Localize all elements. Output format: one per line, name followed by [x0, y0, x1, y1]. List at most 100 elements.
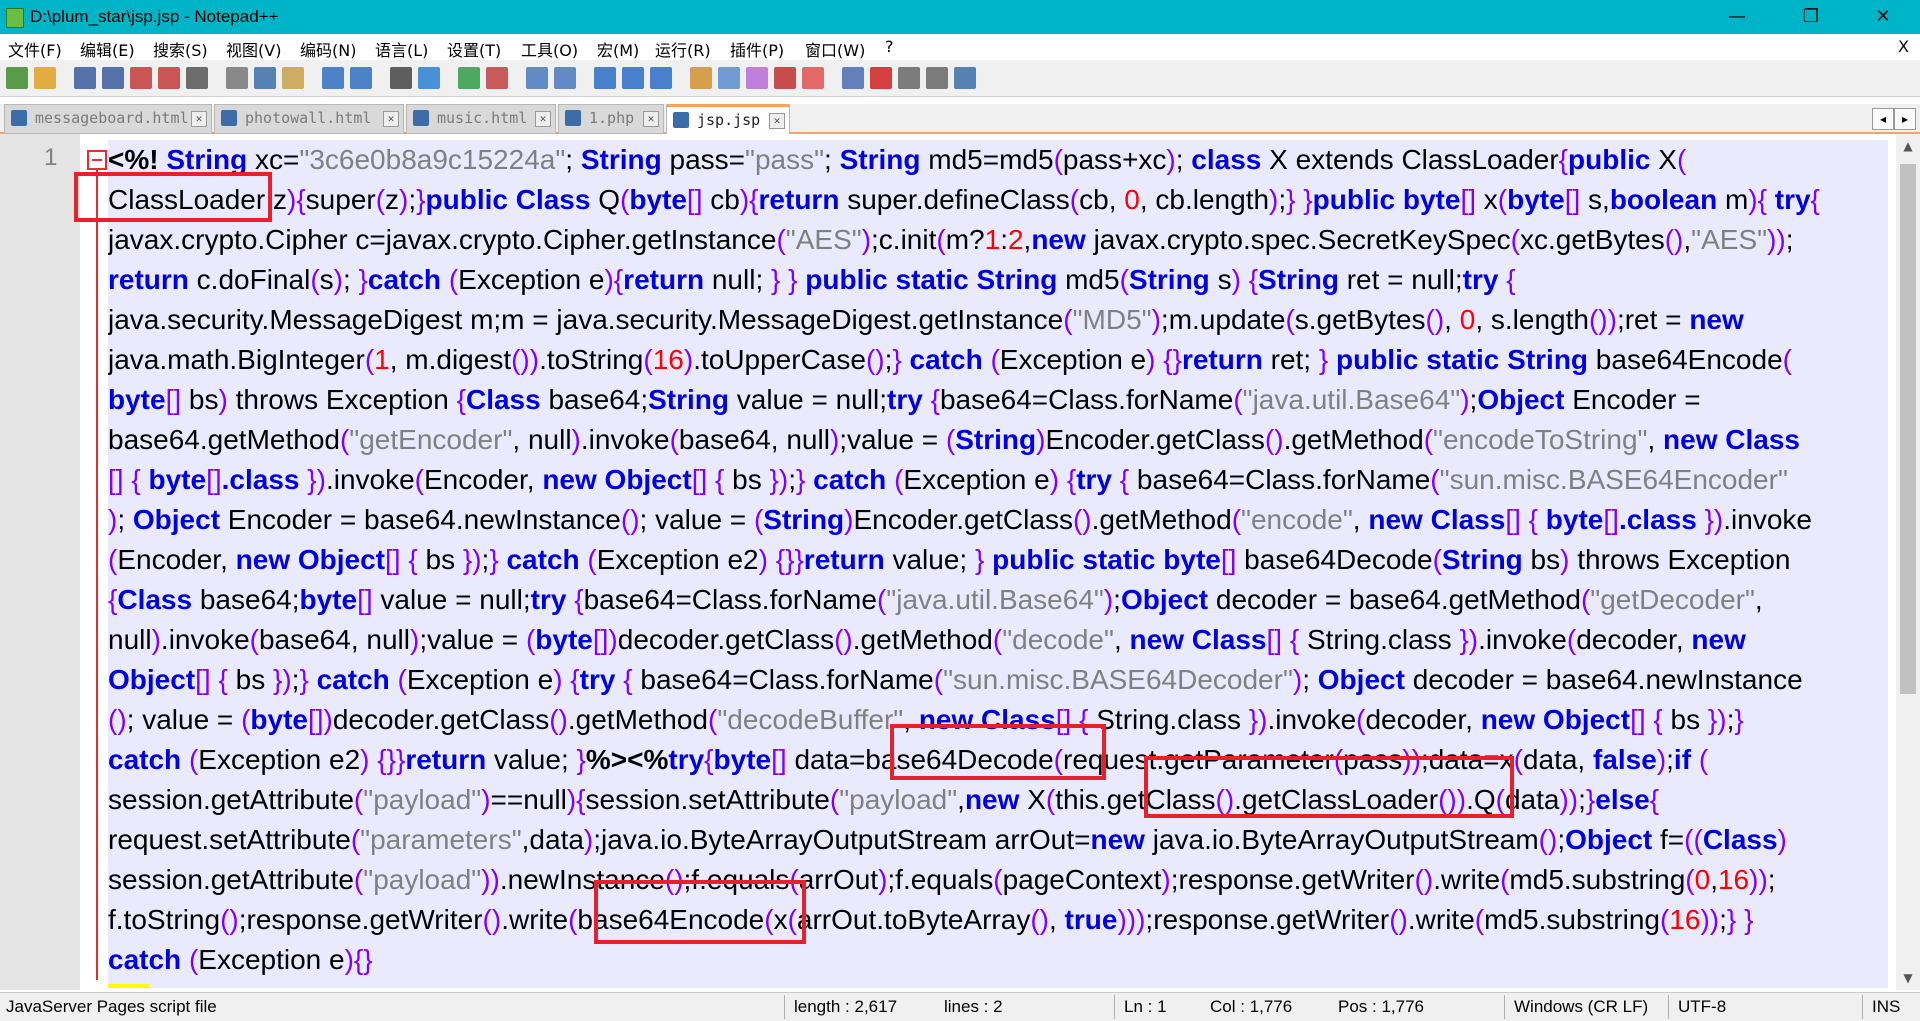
menu-view[interactable]: 视图(V) [226, 37, 281, 61]
code-token: ; [342, 264, 359, 295]
udl-icon[interactable] [690, 67, 712, 89]
tab-scroll-right-icon[interactable]: ▸ [1894, 108, 1916, 130]
code-token: [] [1564, 184, 1581, 215]
code-token: { [1119, 464, 1130, 495]
save-all-icon[interactable] [102, 67, 124, 89]
print-icon[interactable] [186, 67, 208, 89]
code-token: null [108, 624, 152, 655]
tab-photowall[interactable]: photowall.html ✕ [214, 104, 404, 134]
status-bar: JavaServer Pages script file length : 2,… [0, 992, 1920, 1021]
close-all-icon[interactable] [158, 67, 180, 89]
menu-macro[interactable]: 宏(M) [597, 37, 639, 61]
code-token: s [319, 264, 334, 295]
tab-close-icon[interactable]: ✕ [535, 111, 551, 127]
tab-messageboard[interactable]: messageboard.html ✕ [4, 104, 212, 134]
code-token: { [715, 464, 725, 495]
scroll-down-icon[interactable]: ▼ [1896, 966, 1920, 990]
menu-help[interactable]: ? [885, 37, 894, 56]
code-token: ; [1175, 144, 1192, 175]
menu-plugins[interactable]: 插件(P) [730, 37, 784, 61]
code-token: new Class [1129, 624, 1267, 655]
fold-collapse-icon[interactable] [87, 150, 107, 170]
doc-map-icon[interactable] [718, 67, 740, 89]
code-token: ( [310, 264, 320, 295]
code-token: base64; [540, 384, 649, 415]
monitor-icon[interactable] [802, 67, 824, 89]
replace-icon[interactable] [418, 67, 440, 89]
folder-workspace-icon[interactable] [774, 67, 796, 89]
menu-search[interactable]: 搜索(S) [153, 37, 208, 61]
redo-icon[interactable] [350, 67, 372, 89]
sync-v-icon[interactable] [526, 67, 548, 89]
tab-music[interactable]: music.html ✕ [406, 104, 556, 134]
stop-macro-icon[interactable] [870, 67, 892, 89]
menu-window[interactable]: 窗口(W) [805, 37, 865, 61]
code-token: ( [776, 224, 786, 255]
indent-guide-icon[interactable] [650, 67, 672, 89]
new-file-icon[interactable] [6, 67, 28, 89]
restore-button[interactable]: ❐ [1780, 0, 1842, 34]
code-token: .invoke [325, 464, 415, 495]
wrap-icon[interactable] [594, 67, 616, 89]
tab-close-icon[interactable]: ✕ [383, 111, 399, 127]
status-eol[interactable]: Windows (CR LF) [1514, 997, 1648, 1017]
tab-php[interactable]: 1.php ✕ [558, 104, 664, 134]
tab-close-icon[interactable]: ✕ [769, 113, 785, 129]
close-doc-button[interactable]: X [1898, 37, 1909, 56]
code-token: .getClassLoader [1234, 784, 1439, 815]
code-token: "getEncoder" [349, 424, 513, 455]
all-chars-icon[interactable] [622, 67, 644, 89]
zoom-in-icon[interactable] [458, 67, 480, 89]
sync-h-icon[interactable] [554, 67, 576, 89]
menu-edit[interactable]: 编辑(E) [80, 37, 135, 61]
open-file-icon[interactable] [34, 67, 56, 89]
menu-tools[interactable]: 工具(O) [521, 37, 578, 61]
cut-icon[interactable] [226, 67, 248, 89]
code-token: 1 [374, 344, 390, 375]
code-token: String.class [1088, 704, 1249, 735]
code-token: ==null [490, 784, 567, 815]
paste-icon[interactable] [282, 67, 304, 89]
run-macro-multi-icon[interactable] [926, 67, 948, 89]
close-icon[interactable] [130, 67, 152, 89]
status-ln: Ln : 1 [1124, 997, 1167, 1016]
save-macro-icon[interactable] [954, 67, 976, 89]
code-token: Encoder = [1564, 384, 1701, 415]
vertical-scrollbar[interactable]: ▲ ▼ [1896, 134, 1920, 990]
status-mode[interactable]: INS [1872, 997, 1900, 1017]
code-token: f= [1652, 824, 1685, 855]
tab-close-icon[interactable]: ✕ [191, 111, 207, 127]
undo-icon[interactable] [322, 67, 344, 89]
tab-jsp[interactable]: jsp.jsp ✕ [666, 104, 790, 135]
window-title: D:\plum_star\jsp.jsp - Notepad++ [30, 7, 279, 26]
scroll-thumb[interactable] [1900, 164, 1916, 694]
function-list-icon[interactable] [746, 67, 768, 89]
minimize-button[interactable]: — [1706, 0, 1768, 34]
code-area[interactable]: <%! String xc="3c6e0b8a9c15224a"; String… [108, 140, 1888, 988]
status-encoding[interactable]: UTF-8 [1678, 997, 1726, 1017]
close-window-button[interactable]: ✕ [1852, 0, 1914, 34]
play-macro-icon[interactable] [898, 67, 920, 89]
editor[interactable]: 1 <%! String xc="3c6e0b8a9c15224a"; Stri… [0, 134, 1920, 990]
zoom-out-icon[interactable] [486, 67, 508, 89]
code-token: ;m.update [1160, 304, 1286, 335]
record-macro-icon[interactable] [842, 67, 864, 89]
tab-close-icon[interactable]: ✕ [643, 111, 659, 127]
save-icon[interactable] [74, 67, 96, 89]
code-token: )) [1559, 784, 1579, 815]
code-token: { [1506, 264, 1516, 295]
menu-run[interactable]: 运行(R) [655, 37, 711, 61]
find-icon[interactable] [390, 67, 412, 89]
menu-file[interactable]: 文件(F) [8, 37, 62, 61]
menu-encoding[interactable]: 编码(N) [300, 37, 356, 61]
code-token: ) [399, 184, 409, 215]
code-token: )) [1749, 864, 1768, 895]
code-line: javax.crypto.Cipher c=javax.crypto.Ciphe… [108, 220, 1888, 260]
menu-settings[interactable]: 设置(T) [447, 37, 501, 61]
tab-scroll-left-icon[interactable]: ◂ [1872, 108, 1894, 130]
status-divider [1504, 995, 1505, 1019]
scroll-up-icon[interactable]: ▲ [1896, 134, 1920, 158]
file-saved-icon [221, 110, 237, 126]
menu-language[interactable]: 语言(L) [375, 37, 428, 61]
copy-icon[interactable] [254, 67, 276, 89]
